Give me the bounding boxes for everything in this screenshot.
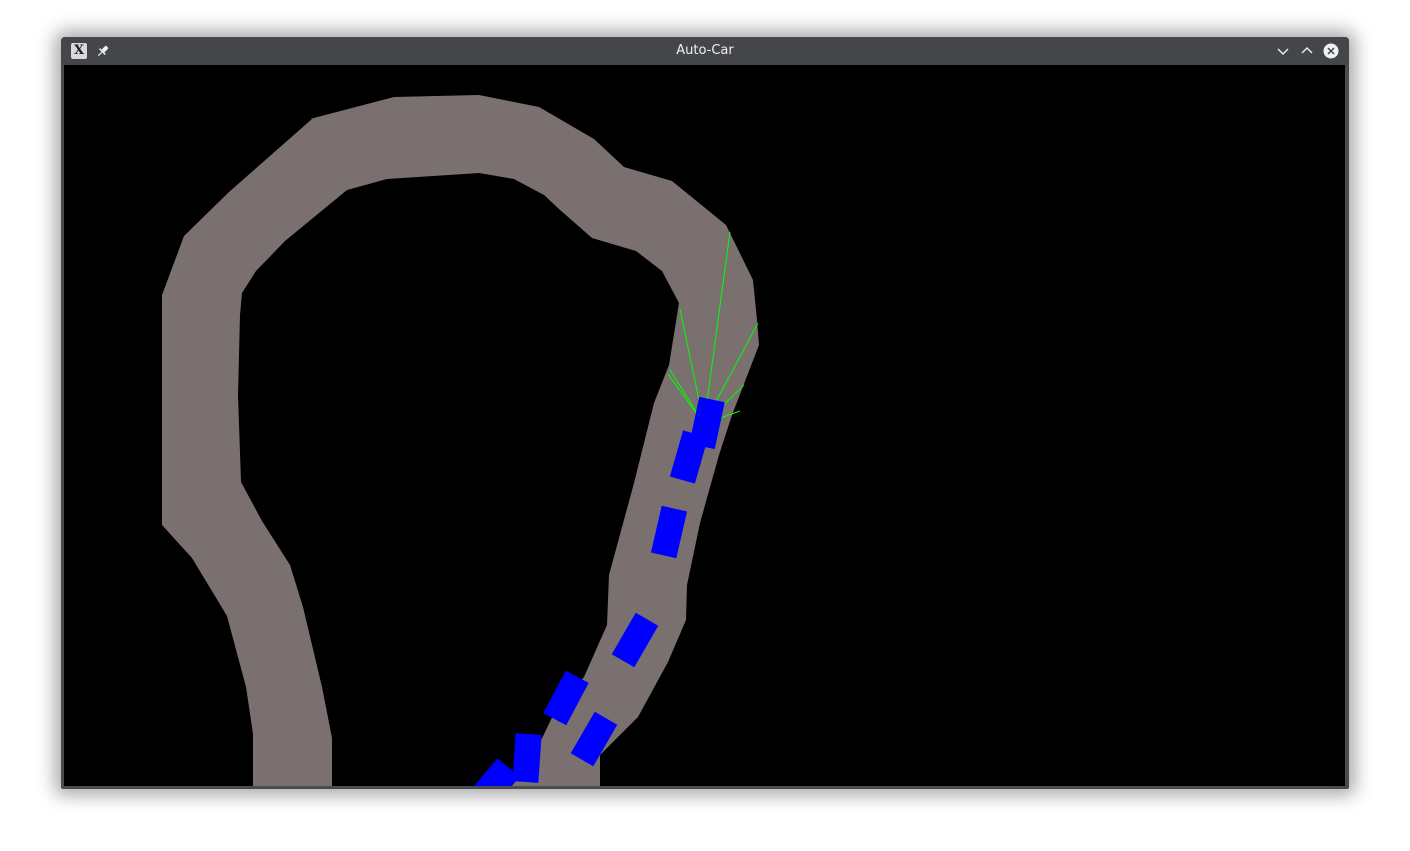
simulation-canvas[interactable] xyxy=(64,65,1345,786)
simulation-scene xyxy=(162,95,759,786)
window-title: Auto-Car xyxy=(676,43,734,58)
chevron-down-icon[interactable] xyxy=(1275,43,1291,59)
app-window: X Auto-Car xyxy=(61,37,1349,789)
chevron-up-icon[interactable] xyxy=(1299,43,1315,59)
close-icon[interactable] xyxy=(1323,43,1339,59)
track-layer xyxy=(162,95,759,786)
title-bar[interactable]: X Auto-Car xyxy=(61,37,1349,65)
race-track xyxy=(162,95,759,786)
